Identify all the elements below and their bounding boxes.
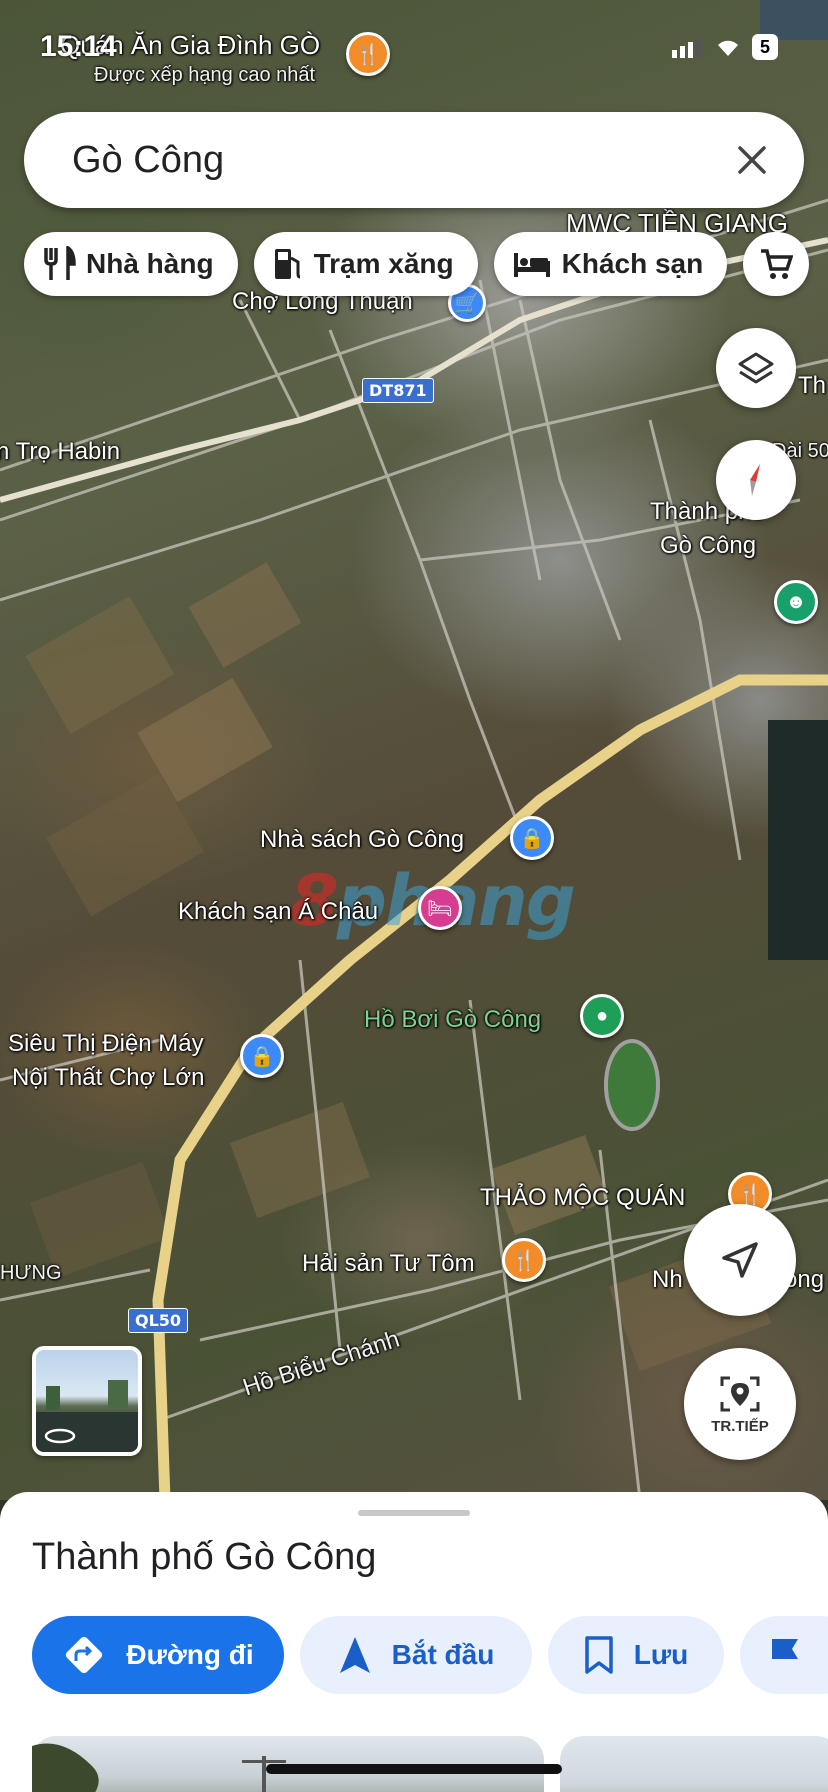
label-button[interactable] — [740, 1616, 828, 1694]
restaurant-pin-icon[interactable]: 🍴 — [346, 32, 390, 76]
location-frame-icon — [720, 1376, 760, 1411]
map-label-nh: Nh — [652, 1266, 683, 1293]
chip-shopping[interactable] — [743, 232, 810, 296]
chip-gas-stations[interactable]: Trạm xăng — [253, 232, 478, 296]
cellular-signal-icon — [672, 38, 701, 58]
restaurant-icon — [44, 246, 76, 280]
hotel-pin-icon[interactable]: 🛏 — [418, 886, 462, 930]
map-label-thao-moc[interactable]: THẢO MỘC QUÁN — [480, 1184, 685, 1212]
directions-label: Đường đi — [126, 1639, 254, 1670]
road-shield-dt871: DT871 — [362, 378, 434, 403]
category-chips: Nhà hàng Trạm xăng Khách sạn — [24, 232, 810, 296]
map-label-nha-sach[interactable]: Nhà sách Gò Công — [260, 826, 464, 854]
directions-button[interactable]: Đường đi — [32, 1616, 284, 1694]
chip-restaurants[interactable]: Nhà hàng — [24, 232, 238, 296]
start-button[interactable]: Bắt đầu — [300, 1616, 532, 1694]
start-label: Bắt đầu — [391, 1639, 495, 1670]
next-button[interactable]: TR.TIẾP — [684, 1348, 796, 1460]
attraction-pin-icon[interactable]: ☻ — [774, 580, 818, 624]
navigation-start-icon — [339, 1637, 370, 1673]
navigation-arrow-icon — [722, 1242, 758, 1278]
map-label-ho-boi[interactable]: Hồ Bơi Gò Công — [364, 1006, 541, 1034]
map-label-hung: HƯNG — [0, 1262, 62, 1284]
save-button[interactable]: Lưu — [548, 1616, 724, 1694]
street-view-preview — [36, 1380, 138, 1452]
map-label-sieu-thi-1[interactable]: Siêu Thị Điện Máy — [8, 1030, 204, 1058]
status-icons: 5 — [672, 34, 778, 60]
clear-search-button[interactable] — [712, 120, 792, 200]
street-view-thumbnail[interactable] — [32, 1346, 142, 1456]
battery-icon: 5 — [752, 34, 778, 60]
pool-pin-icon[interactable]: ● — [580, 994, 624, 1038]
action-buttons: Đường đi Bắt đầu Lưu — [32, 1616, 828, 1694]
chip-gas-stations-label: Trạm xăng — [313, 248, 454, 279]
map-label-th: Th — [798, 372, 827, 399]
close-icon — [738, 146, 766, 174]
next-button-label: TR.TIẾP — [711, 1417, 769, 1435]
store-pin-icon[interactable]: 🔒 — [240, 1034, 284, 1078]
compass-icon — [750, 464, 760, 496]
wifi-icon — [718, 40, 738, 56]
directions-icon — [66, 1636, 103, 1674]
home-indicator[interactable] — [266, 1764, 562, 1774]
chip-hotels[interactable]: Khách sạn — [493, 232, 728, 296]
status-time: 15:14 — [40, 30, 117, 63]
map-label-hai-san[interactable]: Hải sản Tư Tôm — [302, 1250, 475, 1278]
layers-icon — [738, 352, 774, 384]
hotel-icon — [513, 253, 550, 277]
flag-icon — [772, 1639, 798, 1673]
search-bar[interactable]: Gò Công — [24, 112, 804, 208]
chip-restaurants-label: Nhà hàng — [86, 248, 214, 279]
sheet-drag-handle[interactable] — [358, 1510, 470, 1516]
bookmark-icon — [585, 1636, 613, 1674]
map-label-city-line2[interactable]: Gò Công — [660, 532, 756, 560]
shopping-cart-icon — [761, 249, 794, 279]
place-title: Thành phố Gò Công — [32, 1536, 377, 1578]
seafood-pin-icon[interactable]: 🍴 — [502, 1238, 546, 1282]
chip-hotels-label: Khách sạn — [561, 248, 704, 279]
map-label-sieu-thi-2[interactable]: Nội Thất Chợ Lớn — [12, 1064, 204, 1092]
road-shield-ql50: QL50 — [128, 1308, 189, 1333]
place-bottom-sheet[interactable]: Thành phố Gò Công Đường đi Bắt đầu Lưu — [0, 1492, 828, 1792]
my-location-button[interactable] — [684, 1204, 796, 1316]
layers-button[interactable] — [716, 328, 796, 408]
place-photo-2[interactable] — [560, 1736, 828, 1792]
gas-station-icon — [274, 249, 300, 279]
bookstore-pin-icon[interactable]: 🔒 — [510, 816, 554, 860]
map-label-tro-habin[interactable]: n Trọ Habin — [0, 438, 120, 466]
search-input[interactable]: Gò Công — [72, 139, 712, 182]
map-label-top-place-subtitle: Được xếp hạng cao nhất — [94, 64, 316, 86]
save-label: Lưu — [633, 1639, 689, 1670]
map-label-khach-san[interactable]: Khách sạn Á Châu — [178, 898, 378, 926]
compass-button[interactable] — [716, 440, 796, 520]
